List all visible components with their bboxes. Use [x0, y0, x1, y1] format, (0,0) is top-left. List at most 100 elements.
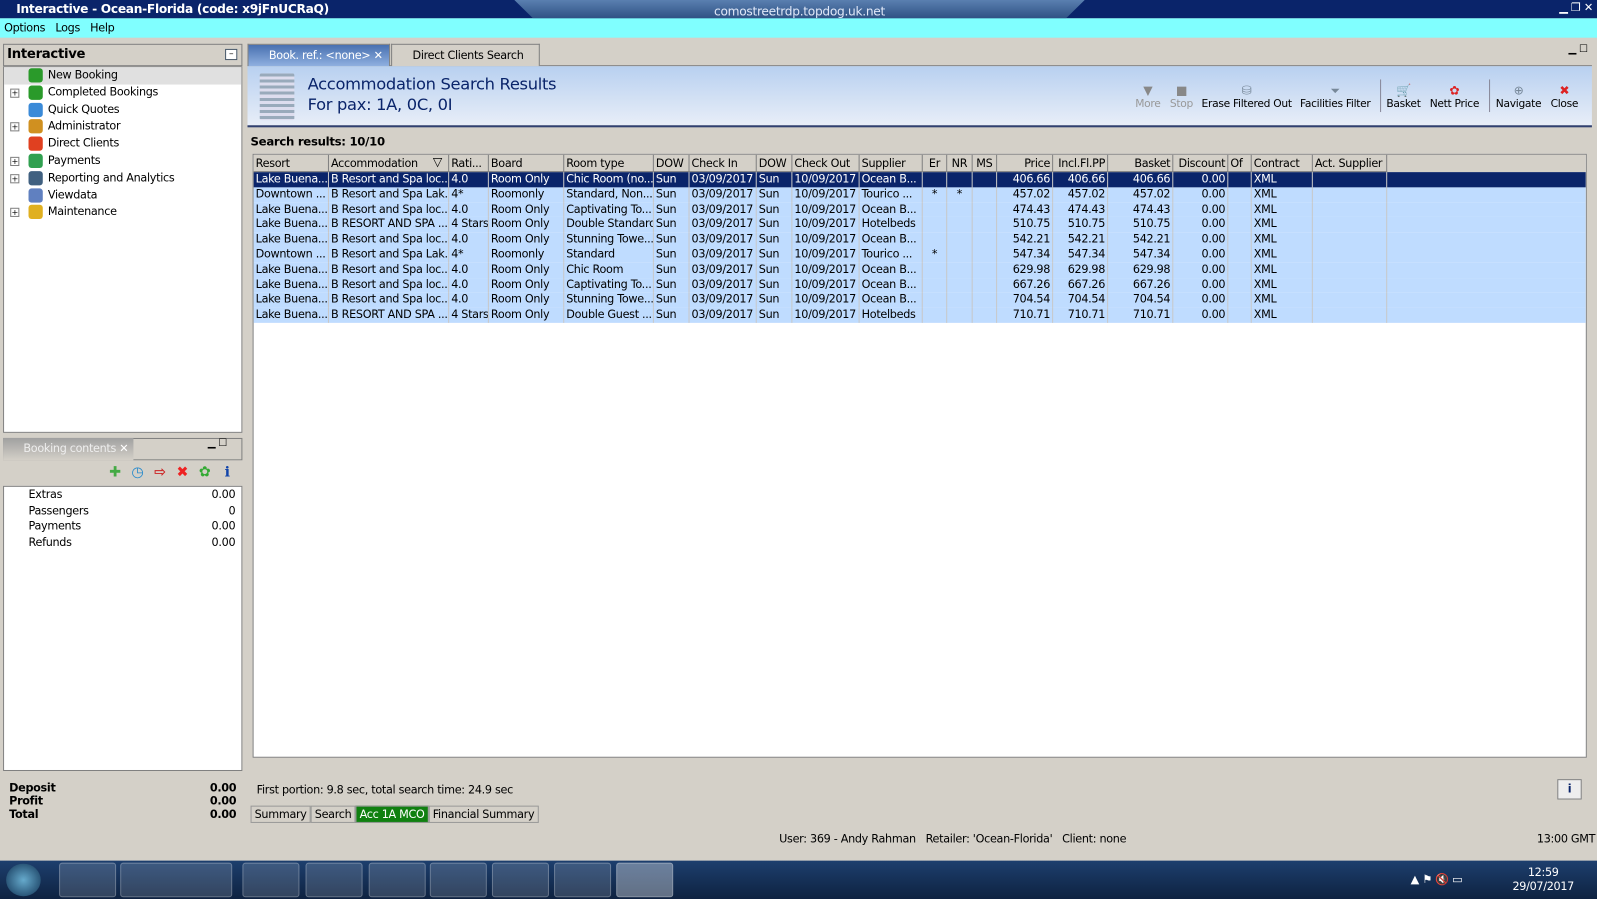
- minimize-maximize-icons[interactable]: ▁ ☐: [1569, 44, 1589, 55]
- column-header-nr[interactable]: NR: [947, 154, 973, 173]
- interactive-taskbar-icon[interactable]: [616, 862, 674, 898]
- collapse-icon[interactable]: –: [225, 48, 238, 61]
- app-taskbar-icon[interactable]: [491, 862, 549, 898]
- column-header-accommodation[interactable]: Accommodation: [328, 154, 450, 173]
- explorer-taskbar-icon[interactable]: [59, 862, 117, 898]
- column-header-er[interactable]: Er: [922, 154, 948, 173]
- table-row[interactable]: Lake Buena... B Resort and Spa loc... 4.0 R…: [253, 292, 1586, 308]
- nav-item-icon: [28, 170, 43, 186]
- tab-booking-ref[interactable]: Book. ref.: <none> ✕: [247, 43, 391, 67]
- cell-supplier: Hotelbeds: [860, 217, 923, 233]
- taskbar-clock[interactable]: 12:59 29/07/2017: [1512, 866, 1574, 895]
- nav-item-completed-bookings[interactable]: + Completed Bookings: [4, 84, 241, 101]
- expand-icon[interactable]: +: [10, 156, 20, 166]
- delete-icon[interactable]: ✖: [171, 464, 193, 480]
- table-row[interactable]: Lake Buena... B RESORT AND SPA ... 4 Stars…: [253, 217, 1586, 233]
- tray-icons[interactable]: ▲ ⚑ 🔇 ▭: [1411, 873, 1463, 886]
- clock-icon[interactable]: ◷: [126, 464, 148, 480]
- column-header-rati-[interactable]: Rati...: [449, 154, 489, 173]
- tab-booking-contents[interactable]: Booking contents ✕: [3, 437, 134, 461]
- table-row[interactable]: Downtown ... B Resort and Spa Lak... 4* Roo…: [253, 187, 1586, 203]
- bottom-tab-search[interactable]: Search: [310, 805, 356, 823]
- column-header-supplier[interactable]: Supplier: [859, 154, 923, 173]
- window-controls[interactable]: ▁ ❐ ✕: [1559, 1, 1593, 14]
- cell-basket: 667.26: [1108, 277, 1174, 293]
- notes-taskbar-icon[interactable]: [368, 862, 426, 898]
- chrome-taskbar-icon[interactable]: [242, 862, 300, 898]
- table-row[interactable]: Lake Buena... B Resort and Spa loc... 4.0 R…: [253, 172, 1586, 188]
- menu-help[interactable]: Help: [90, 21, 115, 34]
- bottom-tab-financial-summary[interactable]: Financial Summary: [428, 805, 539, 823]
- nav-item-new-booking[interactable]: New Booking: [4, 67, 242, 85]
- column-header-basket[interactable]: Basket: [1108, 154, 1174, 173]
- cell-rati-: 4*: [449, 247, 489, 263]
- nav-item-administrator[interactable]: + Administrator: [4, 119, 241, 136]
- expand-icon[interactable]: +: [10, 173, 20, 184]
- column-header-room-type[interactable]: Room type: [564, 154, 654, 173]
- filter-icon[interactable]: ▽: [433, 155, 442, 169]
- table-row[interactable]: Lake Buena... B Resort and Spa loc... 4.0 R…: [253, 232, 1586, 248]
- cell-discount: 0.00: [1173, 187, 1229, 203]
- column-header-contract[interactable]: Contract: [1251, 154, 1313, 173]
- table-row[interactable]: Lake Buena... B Resort and Spa loc... 4.0 R…: [253, 202, 1586, 218]
- table-row[interactable]: Lake Buena... B Resort and Spa loc... 4.0 R…: [253, 262, 1586, 278]
- expand-icon[interactable]: +: [10, 208, 20, 218]
- column-header-of[interactable]: Of: [1228, 154, 1252, 173]
- nav-item-maintenance[interactable]: + Maintenance: [4, 204, 241, 221]
- cell-price: 542.21: [997, 232, 1054, 248]
- column-header-ms[interactable]: MS: [972, 154, 998, 173]
- info-icon[interactable]: i: [216, 464, 238, 480]
- cell-rati-: 4.0: [449, 172, 489, 188]
- cell-basket: 629.98: [1108, 262, 1174, 278]
- palm-icon[interactable]: ✿: [194, 464, 216, 480]
- expand-icon[interactable]: +: [10, 88, 20, 98]
- cell-check-out: 10/09/2017: [792, 307, 860, 323]
- search-results-count: Search results: 10/10: [250, 134, 386, 149]
- cell-ms: [973, 277, 998, 293]
- firefox-taskbar-icon[interactable]: [305, 862, 363, 898]
- cell-dow: Sun: [654, 277, 690, 293]
- expand-icon[interactable]: +: [10, 122, 20, 132]
- cell-er: [923, 202, 948, 218]
- column-header-act-supplier[interactable]: Act. Supplier: [1312, 154, 1388, 173]
- column-header-check-in[interactable]: Check In: [689, 154, 757, 173]
- cell-contract: XML: [1252, 292, 1313, 308]
- cell-check-in: 03/09/2017: [690, 187, 757, 203]
- menu-options[interactable]: Options: [4, 21, 45, 34]
- cell-rati-: 4.0: [449, 277, 489, 293]
- ie-taskbar-icon[interactable]: [120, 862, 233, 898]
- column-header-price[interactable]: Price: [997, 154, 1054, 173]
- column-header-dow[interactable]: DOW: [653, 154, 690, 173]
- rdp-taskbar-icon[interactable]: [429, 862, 487, 898]
- nav-item-payments[interactable]: + Payments: [4, 153, 241, 170]
- column-header-discount[interactable]: Discount: [1173, 154, 1229, 173]
- column-header-resort[interactable]: Resort: [253, 154, 329, 173]
- close-icon[interactable]: ✕: [374, 49, 383, 62]
- bottom-tab-summary[interactable]: Summary: [250, 805, 311, 823]
- toolbar-erase-filtered-out-button[interactable]: ⛁ Erase Filtered Out: [1201, 84, 1293, 110]
- nav-item-reporting-and-analytics[interactable]: + Reporting and Analytics: [4, 170, 241, 187]
- bottom-tab-acc-1a-mco[interactable]: Acc 1A MCO: [355, 805, 429, 823]
- tab-direct-clients-search[interactable]: Direct Clients Search: [391, 43, 540, 67]
- nav-item-direct-clients[interactable]: Direct Clients: [4, 136, 241, 153]
- nav-item-quick-quotes[interactable]: Quick Quotes: [4, 101, 241, 118]
- cell-board: Room Only: [489, 307, 565, 323]
- column-header-dow[interactable]: DOW: [756, 154, 793, 173]
- add-icon[interactable]: ✚: [104, 464, 126, 480]
- table-row[interactable]: Lake Buena... B Resort and Spa loc... 4.0 R…: [253, 277, 1586, 293]
- info-button[interactable]: i: [1557, 779, 1582, 800]
- menu-logs[interactable]: Logs: [55, 21, 80, 34]
- gmt-time: 13:00 GMT: [1536, 832, 1596, 846]
- basket-move-icon[interactable]: ⇨: [149, 464, 171, 480]
- table-row[interactable]: Downtown ... B Resort and Spa Lak... 4* Roo…: [253, 247, 1586, 263]
- toolbar-close-button[interactable]: ✖ Close: [1519, 84, 1597, 110]
- close-icon[interactable]: ✕: [119, 442, 128, 455]
- column-header-incl-fl-pp[interactable]: Incl.Fl.PP: [1053, 154, 1109, 173]
- outlook-taskbar-icon[interactable]: [554, 862, 612, 898]
- minimize-maximize-icons[interactable]: ▁ ☐: [208, 438, 228, 449]
- table-row[interactable]: Lake Buena... B RESORT AND SPA ... 4 Stars…: [253, 307, 1586, 323]
- column-header-check-out[interactable]: Check Out: [792, 154, 860, 173]
- nav-item-viewdata[interactable]: Viewdata: [4, 187, 241, 204]
- start-button[interactable]: [6, 863, 41, 897]
- column-header-board[interactable]: Board: [488, 154, 565, 173]
